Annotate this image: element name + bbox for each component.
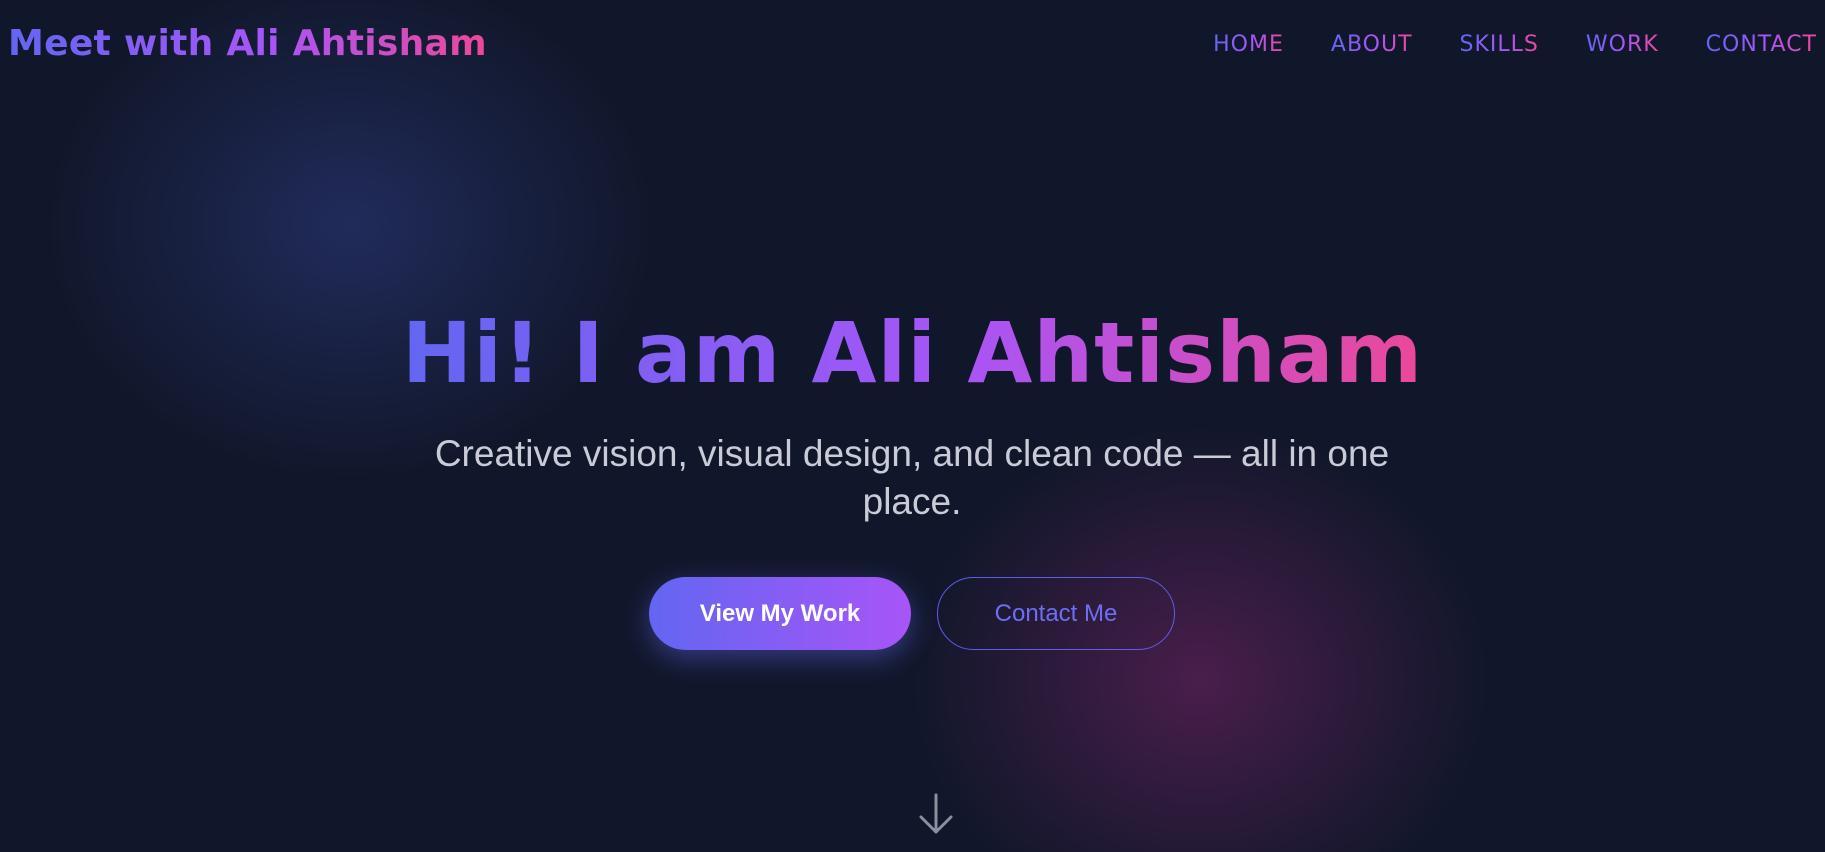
arrow-down-icon[interactable] bbox=[916, 792, 956, 836]
hero-title-wrap: Hi! I am Ali Ahtisham bbox=[0, 305, 1825, 401]
nav-home[interactable]: HOME bbox=[1213, 32, 1284, 57]
nav-work[interactable]: WORK bbox=[1586, 32, 1659, 57]
view-my-work-button[interactable]: View My Work bbox=[649, 577, 911, 650]
nav-about[interactable]: ABOUT bbox=[1331, 32, 1413, 57]
contact-me-button[interactable]: Contact Me bbox=[937, 577, 1175, 650]
hero-title: Hi! I am Ali Ahtisham bbox=[401, 304, 1424, 402]
hero-subtitle: Creative vision, visual design, and clea… bbox=[434, 433, 1390, 522]
nav-contact[interactable]: CONTACT bbox=[1706, 32, 1817, 57]
main-nav: HOME ABOUT SKILLS WORK CONTACT bbox=[1213, 32, 1817, 57]
background bbox=[0, 0, 1825, 852]
nav-skills[interactable]: SKILLS bbox=[1460, 32, 1539, 57]
site-logo[interactable]: Meet with Ali Ahtisham bbox=[8, 23, 487, 64]
